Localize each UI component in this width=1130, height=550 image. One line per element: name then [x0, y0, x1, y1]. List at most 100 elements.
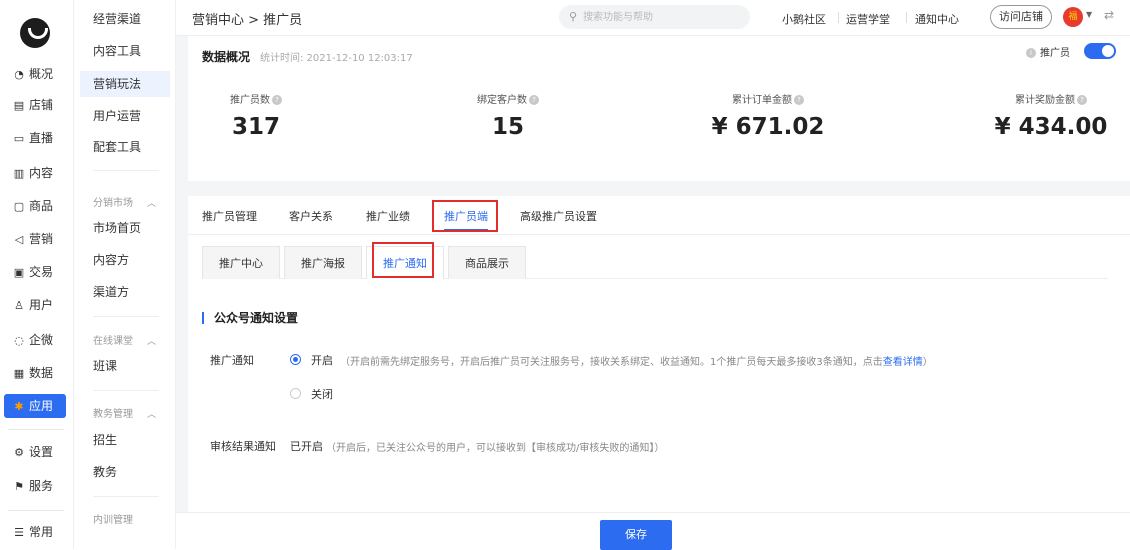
help-icon[interactable]: ?: [794, 95, 804, 105]
subnav-group-academic[interactable]: 教务管理 ︿: [93, 405, 156, 420]
settings-card: 推广员管理 客户关系 推广业绩 推广员端 高级推广员设置 推广中心 推广海报 推…: [188, 196, 1130, 512]
subnav-item-market-home[interactable]: 市场首页: [80, 215, 170, 241]
promo-notice-on-radio[interactable]: [290, 354, 301, 365]
academy-link[interactable]: 运营学堂: [846, 11, 890, 27]
nav-item-live[interactable]: ▭ 直播: [4, 126, 66, 150]
apps-icon: ✱: [14, 400, 24, 413]
tab-advanced-settings[interactable]: 高级推广员设置: [520, 208, 597, 224]
nav-item-service[interactable]: ⚑ 服务: [4, 474, 66, 498]
stat-reward-amount: 累计奖励金额? ¥ 434.00: [976, 91, 1126, 140]
subnav-item-channel-side[interactable]: 渠道方: [80, 279, 170, 305]
highlight-box: [372, 242, 434, 278]
tab-customer-relations[interactable]: 客户关系: [289, 208, 333, 224]
chevron-down-icon[interactable]: ▼: [1086, 10, 1092, 19]
footer-bar: 保存: [176, 512, 1130, 550]
subtab-product-display[interactable]: 商品展示: [448, 246, 526, 279]
overview-title: 数据概况: [202, 50, 251, 64]
live-icon: ▭: [13, 132, 25, 145]
store-icon: ▤: [13, 99, 25, 112]
subnav-item-content-tools[interactable]: 内容工具: [80, 38, 170, 64]
nav-item-settings[interactable]: ⚙ 设置: [4, 440, 66, 464]
promoter-toggle[interactable]: [1084, 43, 1116, 59]
chevron-up-icon: ︿: [147, 410, 157, 420]
subnav-group-internal-training[interactable]: 内训管理: [93, 511, 133, 526]
stat-value: ¥ 671.02: [711, 114, 825, 140]
nav-item-wecom[interactable]: ◌ 企微: [4, 328, 66, 352]
brand-logo[interactable]: [20, 18, 50, 48]
nav-divider: [8, 429, 64, 430]
visit-store-button[interactable]: 访问店铺: [990, 5, 1052, 29]
nav-item-store[interactable]: ▤ 店铺: [4, 93, 66, 117]
stat-order-amount: 累计订单金额? ¥ 671.02: [698, 91, 838, 140]
info-icon[interactable]: i: [1026, 48, 1036, 58]
avatar[interactable]: 福: [1063, 7, 1083, 27]
promo-notice-off-label[interactable]: 关闭: [311, 386, 333, 402]
breadcrumb: 营销中心 > 推广员: [192, 13, 303, 28]
goods-icon: ▢: [13, 200, 25, 213]
search-input[interactable]: ⚲ 搜索功能与帮助: [559, 5, 750, 29]
primary-nav: ◔ 概况 ▤ 店铺 ▭ 直播 ▥ 内容 ▢ 商品 ◁ 营销 ▣ 交易 ♙ 用户 ◌ 企微 ▦ 数据 …: [0, 0, 74, 549]
help-icon[interactable]: ?: [1077, 95, 1087, 105]
promo-notice-on-label[interactable]: 开启: [311, 352, 333, 368]
subnav-item-marketing-play[interactable]: 营销玩法: [80, 71, 170, 97]
tab-performance[interactable]: 推广业绩: [366, 208, 410, 224]
subnav-item-academic-affairs[interactable]: 教务: [80, 459, 170, 485]
top-divider: [906, 12, 907, 23]
section-title: 公众号通知设置: [202, 312, 298, 324]
nav-item-favorites[interactable]: ☰ 常用: [4, 520, 66, 544]
promo-notice-off-radio[interactable]: [290, 388, 301, 399]
content-icon: ▥: [13, 167, 25, 180]
subtab-bar: 推广中心 推广海报 推广通知 商品展示: [202, 242, 1108, 279]
top-divider: [838, 12, 839, 23]
marketing-icon: ◁: [14, 233, 24, 246]
help-icon[interactable]: ?: [529, 95, 539, 105]
highlight-box: [432, 200, 498, 232]
list-icon: ☰: [14, 526, 24, 539]
nav-item-data[interactable]: ▦ 数据: [4, 361, 66, 385]
user-icon: ♙: [14, 299, 24, 312]
nav-item-goods[interactable]: ▢ 商品: [4, 194, 66, 218]
help-icon[interactable]: ?: [272, 95, 282, 105]
notification-center-link[interactable]: 通知中心: [915, 11, 959, 27]
subnav-item-user-ops[interactable]: 用户运营: [80, 103, 170, 129]
view-details-link[interactable]: 查看详情: [883, 357, 923, 368]
nav-item-content[interactable]: ▥ 内容: [4, 161, 66, 185]
subnav-divider: [93, 316, 159, 317]
subnav-item-content-side[interactable]: 内容方: [80, 247, 170, 273]
nav-item-trade[interactable]: ▣ 交易: [4, 260, 66, 284]
subtab-promo-poster[interactable]: 推广海报: [284, 246, 362, 279]
subnav-divider: [93, 390, 159, 391]
search-icon: ⚲: [569, 10, 578, 23]
nav-item-users[interactable]: ♙ 用户: [4, 293, 66, 317]
subnav-group-distribution[interactable]: 分销市场 ︿: [93, 194, 156, 209]
nav-item-marketing[interactable]: ◁ 营销: [4, 227, 66, 251]
stat-bound-customers: 绑定客户数? 15: [464, 91, 552, 140]
promo-notice-label: 推广通知: [210, 354, 254, 367]
nav-item-apps[interactable]: ✱ 应用: [4, 394, 66, 418]
wecom-icon: ◌: [14, 334, 24, 347]
stat-value: ¥ 434.00: [994, 114, 1108, 140]
subnav-item-support-tools[interactable]: 配套工具: [80, 134, 170, 160]
subnav-group-online-class[interactable]: 在线课堂 ︿: [93, 332, 156, 347]
chevron-up-icon: ︿: [147, 337, 157, 347]
swap-icon[interactable]: ⇄: [1104, 8, 1114, 22]
nav-divider: [8, 510, 64, 511]
overview-timestamp: 统计时间: 2021-12-10 12:03:17: [260, 53, 413, 64]
tab-promoter-management[interactable]: 推广员管理: [202, 208, 257, 224]
chevron-up-icon: ︿: [147, 199, 157, 209]
promo-notice-description: （开启前需先绑定服务号，开启后推广员可关注服务号，接收关系绑定、收益通知。1个推…: [340, 357, 933, 368]
top-bar: 营销中心 > 推广员 ⚲ 搜索功能与帮助 小鹅社区 运营学堂 通知中心 访问店铺 …: [176, 0, 1130, 36]
nav-item-overview[interactable]: ◔ 概况: [4, 62, 66, 86]
subnav-divider: [93, 170, 159, 171]
subnav-item-class[interactable]: 班课: [80, 353, 170, 379]
subnav-item-enroll[interactable]: 招生: [80, 427, 170, 453]
subnav-divider: [93, 496, 159, 497]
subtab-promo-center[interactable]: 推广中心: [202, 246, 280, 279]
overview-card: 数据概况 统计时间: 2021-12-10 12:03:17 i 推广员 推广员数…: [188, 36, 1130, 181]
overview-icon: ◔: [14, 68, 24, 81]
stat-value: 317: [231, 114, 280, 140]
save-button[interactable]: 保存: [600, 520, 672, 550]
subnav-item-channels[interactable]: 经营渠道: [80, 6, 170, 32]
community-link[interactable]: 小鹅社区: [782, 11, 826, 27]
secondary-nav: 经营渠道 内容工具 营销玩法 用户运营 配套工具 分销市场 ︿ 市场首页 内容方 …: [74, 0, 176, 549]
